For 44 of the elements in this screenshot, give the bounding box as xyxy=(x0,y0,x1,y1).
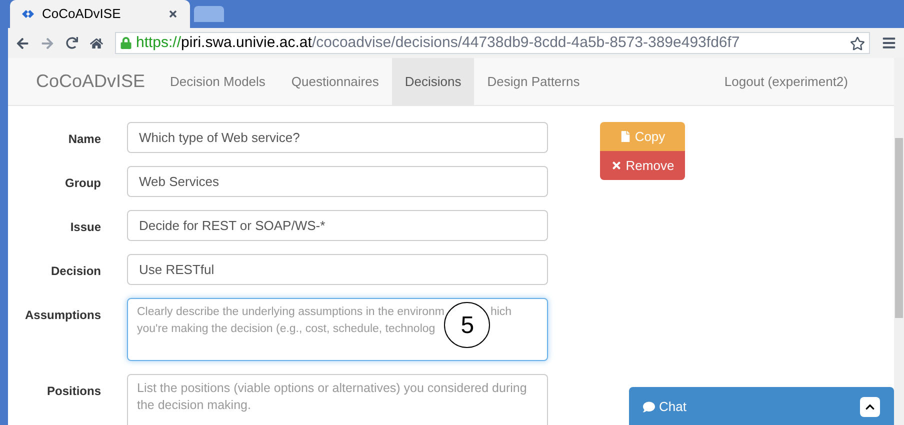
chat-panel[interactable]: Chat xyxy=(629,387,894,425)
url-text: https://piri.swa.univie.ac.at/cocoadvise/decisions/44738db9-8cdd-4a5b-8573-389e493fd6f7 xyxy=(136,32,741,53)
file-icon xyxy=(620,131,631,142)
nav-link[interactable]: Design Patterns xyxy=(474,58,593,105)
text-input[interactable]: Web Services xyxy=(127,166,548,197)
field-label: Decision xyxy=(50,263,101,280)
browser-tab[interactable]: CoCoADvISE xyxy=(10,0,190,28)
app-logo-icon xyxy=(22,9,34,19)
field-label: Group xyxy=(64,175,101,192)
address-bar[interactable]: https://piri.swa.univie.ac.at/cocoadvise/decisions/44738db9-8cdd-4a5b-8573-389e493fd6f7 xyxy=(115,32,870,54)
home-icon[interactable] xyxy=(90,36,103,50)
nav-link[interactable]: Decision Models xyxy=(157,58,278,105)
remove-button[interactable]: Remove xyxy=(600,151,685,180)
text-area[interactable]: List the positions (viable options or alternatives) you considered during the decision making. xyxy=(127,374,548,425)
step-number-marker: 5 xyxy=(444,302,490,348)
text-input[interactable]: Which type of Web service? xyxy=(127,122,548,153)
nav-link[interactable]: Decisions xyxy=(392,58,474,105)
close-icon[interactable] xyxy=(168,9,178,19)
placeholder-text: hich xyxy=(490,305,512,320)
chevron-up-icon xyxy=(865,402,875,412)
speech-bubble-icon xyxy=(643,401,655,413)
field-label: Positions xyxy=(46,383,101,400)
reload-icon[interactable] xyxy=(66,37,78,49)
tab-title: CoCoADvISE xyxy=(42,5,122,24)
menu-icon[interactable] xyxy=(882,36,896,50)
text-input[interactable]: Decide for REST or SOAP/WS-* xyxy=(127,210,548,241)
expand-button[interactable] xyxy=(860,397,880,417)
placeholder-text: you're making the decision (e.g., cost, schedule, technolog xyxy=(137,322,436,337)
placeholder-text: List the positions (viable options or alternatives) you considered during the decision making. xyxy=(137,381,527,412)
logout-link[interactable]: Logout (experiment2) xyxy=(724,58,848,105)
star-icon[interactable] xyxy=(850,36,865,50)
nav-link[interactable]: Questionnaires xyxy=(278,58,392,105)
text-area[interactable]: Clearly describe the underlying assumptions in the environm you're making the decision (e.g., cost, schedule, technolog 5 hich xyxy=(127,298,548,361)
lock-icon xyxy=(120,37,132,49)
field-label: Assumptions xyxy=(24,307,101,324)
brand[interactable]: CoCoADvISE xyxy=(36,58,146,105)
text-input[interactable]: Use RESTful xyxy=(127,254,548,285)
field-label: Name xyxy=(67,131,101,148)
placeholder-text: Clearly describe the underlying assumptions in the environm xyxy=(137,305,444,320)
scrollbar[interactable] xyxy=(894,58,904,425)
back-icon[interactable] xyxy=(16,36,29,50)
chat-label: Chat xyxy=(659,398,688,416)
field-label: Issue xyxy=(69,219,101,236)
close-icon xyxy=(610,160,622,171)
